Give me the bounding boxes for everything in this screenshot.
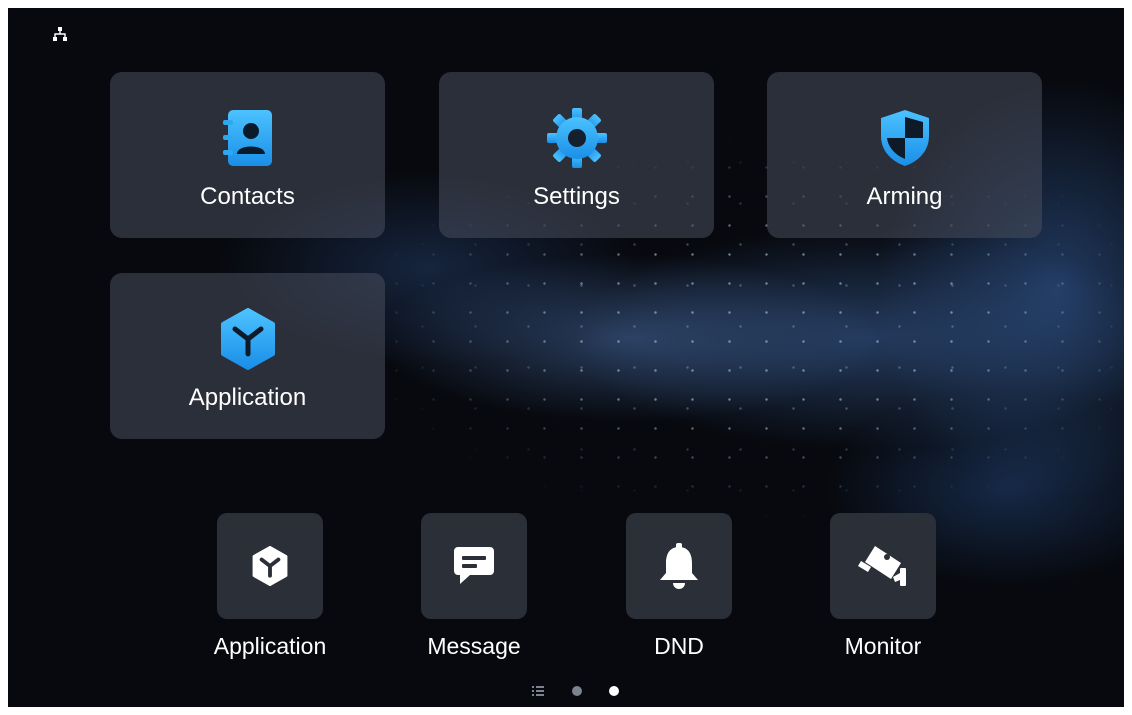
dock-label: DND (654, 633, 704, 659)
tile-application[interactable]: Application (110, 273, 385, 439)
page-dot-1[interactable] (572, 686, 582, 696)
tile-label: Application (188, 384, 307, 411)
tile-settings[interactable]: Settings (439, 72, 714, 238)
gear-icon (545, 106, 609, 170)
contacts-book-icon (216, 106, 280, 170)
dock-message-button[interactable] (421, 513, 527, 619)
page-indicator (8, 685, 1124, 697)
camera-icon (858, 546, 906, 586)
tile-label: Arming (866, 183, 943, 210)
dock-label: Monitor (844, 633, 922, 659)
message-bubble-icon (454, 547, 494, 584)
page-dot-2-active[interactable] (609, 686, 619, 696)
shield-icon (873, 106, 937, 170)
dock-dnd-button[interactable] (626, 513, 732, 619)
dock-item-monitor[interactable]: Monitor (813, 513, 953, 659)
tile-arming[interactable]: Arming (767, 72, 1042, 238)
cube-icon (252, 546, 288, 586)
home-screen: Contacts Settings Arming Application App… (8, 8, 1124, 707)
tile-label: Contacts (200, 183, 295, 210)
dock-item-application[interactable]: Application (200, 513, 340, 659)
dock-label: Message (427, 633, 521, 659)
list-icon[interactable] (532, 685, 544, 697)
dock-monitor-button[interactable] (830, 513, 936, 619)
tile-label: Settings (533, 183, 620, 210)
bell-icon (660, 543, 698, 589)
dock-item-dnd[interactable]: DND (609, 513, 749, 659)
dock-label: Application (213, 633, 327, 659)
cube-icon (216, 307, 280, 371)
network-topology-icon (53, 27, 67, 41)
dock-item-message[interactable]: Message (404, 513, 544, 659)
tile-contacts[interactable]: Contacts (110, 72, 385, 238)
dock-application-button[interactable] (217, 513, 323, 619)
